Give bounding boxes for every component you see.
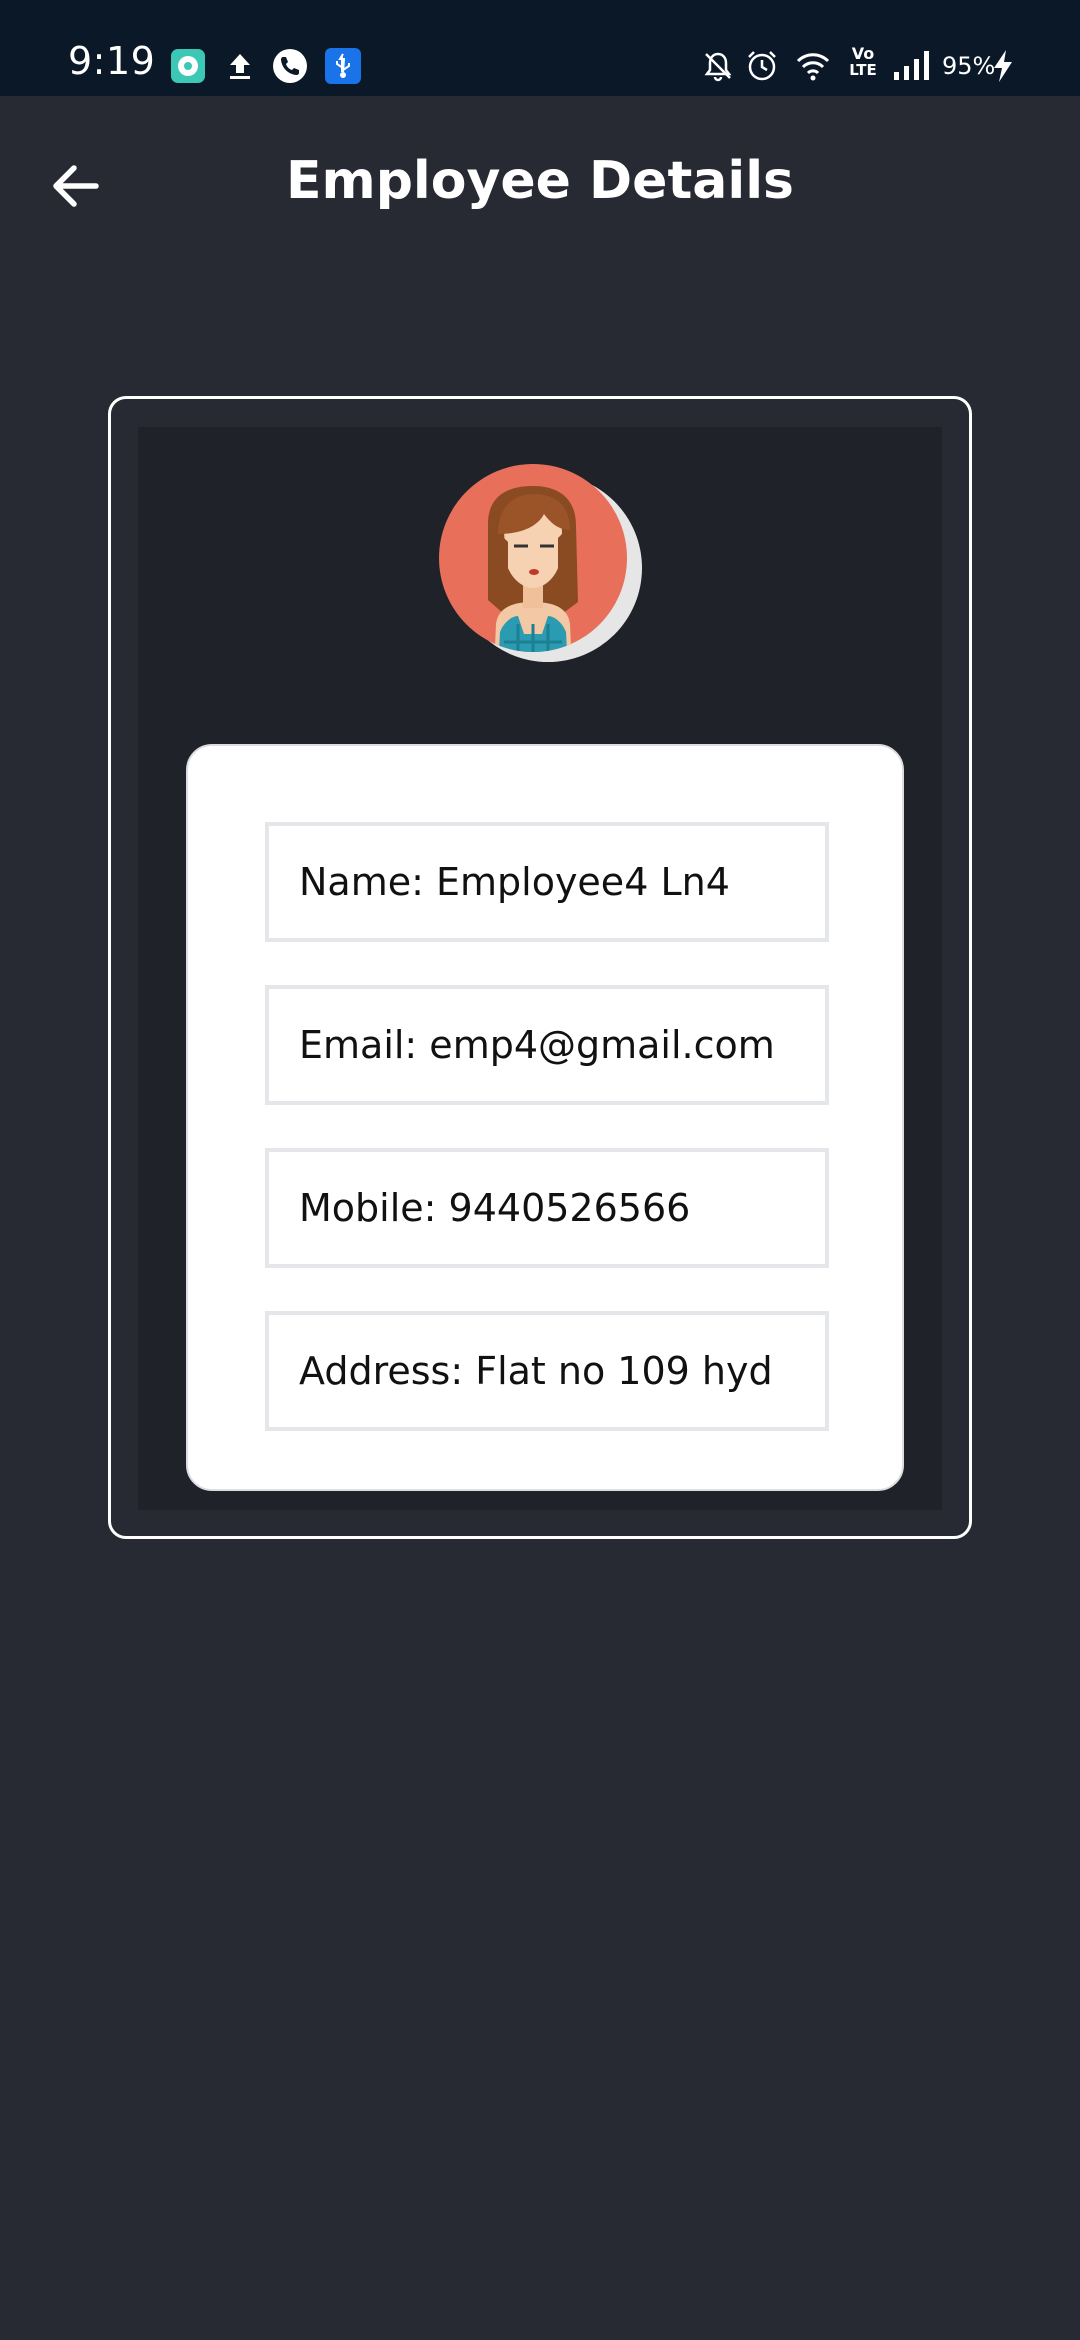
mobile-field: Mobile: 9440526566 (265, 1148, 829, 1268)
signal-icon (894, 51, 929, 80)
employee-info-card: Name: Employee4 Ln4 Email: emp4@gmail.co… (186, 744, 904, 1491)
female-avatar-icon (439, 464, 642, 662)
address-field: Address: Flat no 109 hyd (265, 1311, 829, 1431)
upload-icon (230, 54, 250, 79)
avatar (438, 464, 642, 664)
usb-icon (325, 48, 361, 84)
charging-icon (994, 50, 1012, 82)
status-time: 9:19 (68, 39, 156, 83)
page-title: Employee Details (286, 151, 794, 211)
wifi-icon (796, 53, 830, 81)
app-bar: Employee Details (0, 96, 1080, 272)
email-field: Email: emp4@gmail.com (265, 985, 829, 1105)
name-field: Name: Employee4 Ln4 (265, 822, 829, 942)
status-bar: 9:19 Vo LTE 95% (0, 0, 1080, 96)
volte-icon: Vo LTE (849, 44, 877, 79)
phone-call-icon (273, 49, 307, 83)
notifications-off-icon (704, 52, 732, 82)
battery-percent: 95% (942, 52, 996, 80)
app-notification-icon (171, 49, 205, 83)
alarm-icon (748, 51, 776, 81)
